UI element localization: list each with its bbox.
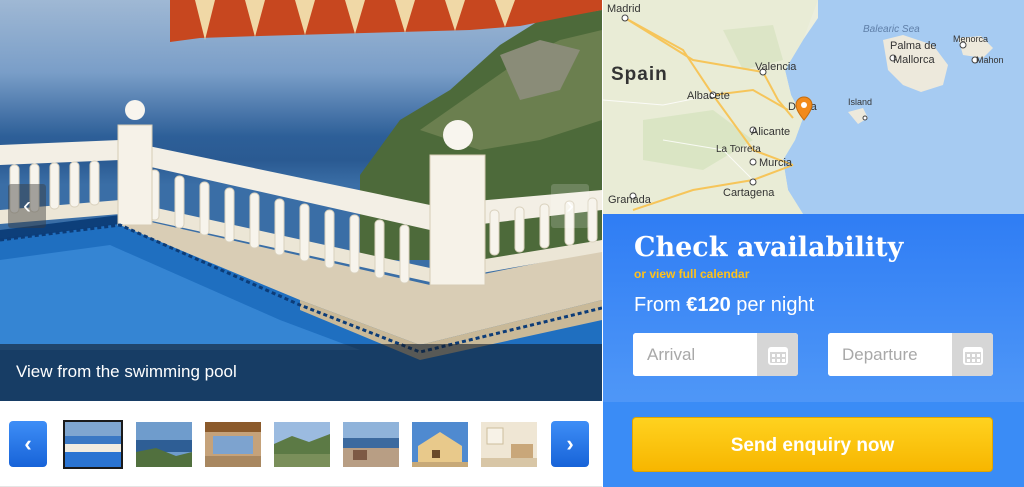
main-photo (0, 0, 602, 401)
thumbnail-prev-button[interactable]: ‹ (9, 421, 47, 467)
price-value: €120 (686, 294, 731, 316)
photo-prev-arrow[interactable]: ‹ (8, 184, 46, 228)
view-calendar-link[interactable]: or view full calendar (634, 267, 749, 281)
map-label-cartagena: Cartagena (723, 187, 775, 199)
map-label-island: Island (848, 97, 873, 107)
thumbnail-image (205, 422, 261, 467)
arrival-calendar-button[interactable] (757, 333, 798, 376)
map-label-murcia: Murcia (759, 157, 793, 169)
check-availability-title: Check availability (634, 232, 904, 263)
map-label-balearic-sea: Balearic Sea (863, 24, 920, 35)
thumbnail-4[interactable] (274, 422, 330, 467)
photo-next-arrow[interactable]: › (551, 184, 589, 228)
thumbnail-image (136, 422, 192, 467)
thumbnail-7[interactable] (481, 422, 537, 467)
thumbnail-2[interactable] (136, 422, 192, 467)
price-line: From €120 per night (634, 294, 814, 317)
thumbnail-image (65, 422, 121, 467)
pool-scene-illustration (0, 0, 602, 401)
calendar-icon (767, 346, 788, 365)
map-label-albacete: Albacete (687, 90, 730, 102)
arrival-field (633, 333, 798, 376)
map-label-palma: Palma de (890, 40, 937, 52)
thumbnail-5[interactable] (343, 422, 399, 467)
map-label-alicante: Alicante (751, 126, 791, 138)
thumbnail-image (412, 422, 468, 467)
thumbnail-image (481, 422, 537, 467)
thumbnail-image (274, 422, 330, 467)
send-enquiry-button[interactable]: Send enquiry now (632, 417, 993, 472)
map-pin-icon[interactable] (795, 96, 813, 122)
map-label-menorca: Menorca (953, 34, 989, 44)
arrival-input[interactable] (633, 333, 757, 376)
price-suffix: per night (736, 294, 815, 316)
map-label-mahon: Mahon (976, 55, 1004, 65)
map-label-madrid: Madrid (607, 3, 641, 15)
thumbnail-image (343, 422, 399, 467)
thumbnail-next-button[interactable]: › (551, 421, 589, 467)
departure-calendar-button[interactable] (952, 333, 993, 376)
photo-caption: View from the swimming pool (16, 362, 237, 381)
price-prefix: From (634, 294, 681, 316)
map-label-la-torreta: La Torreta (716, 144, 761, 155)
map-label-spain: Spain (611, 64, 668, 85)
map-label-mallorca: Mallorca (893, 54, 935, 66)
thumbnail-1[interactable] (63, 420, 123, 469)
listing-gallery-widget: ‹ › View from the swimming pool ‹ › Madr… (0, 0, 1024, 487)
thumbnail-3[interactable] (205, 422, 261, 467)
departure-field (828, 333, 993, 376)
calendar-icon (962, 346, 983, 365)
location-map[interactable]: Madrid Spain Valencia Albacete Dénia Ali… (603, 0, 1024, 214)
departure-input[interactable] (828, 333, 952, 376)
thumbnail-6[interactable] (412, 422, 468, 467)
map-label-valencia: Valencia (755, 61, 797, 73)
map-label-granada: Granada (608, 194, 651, 206)
